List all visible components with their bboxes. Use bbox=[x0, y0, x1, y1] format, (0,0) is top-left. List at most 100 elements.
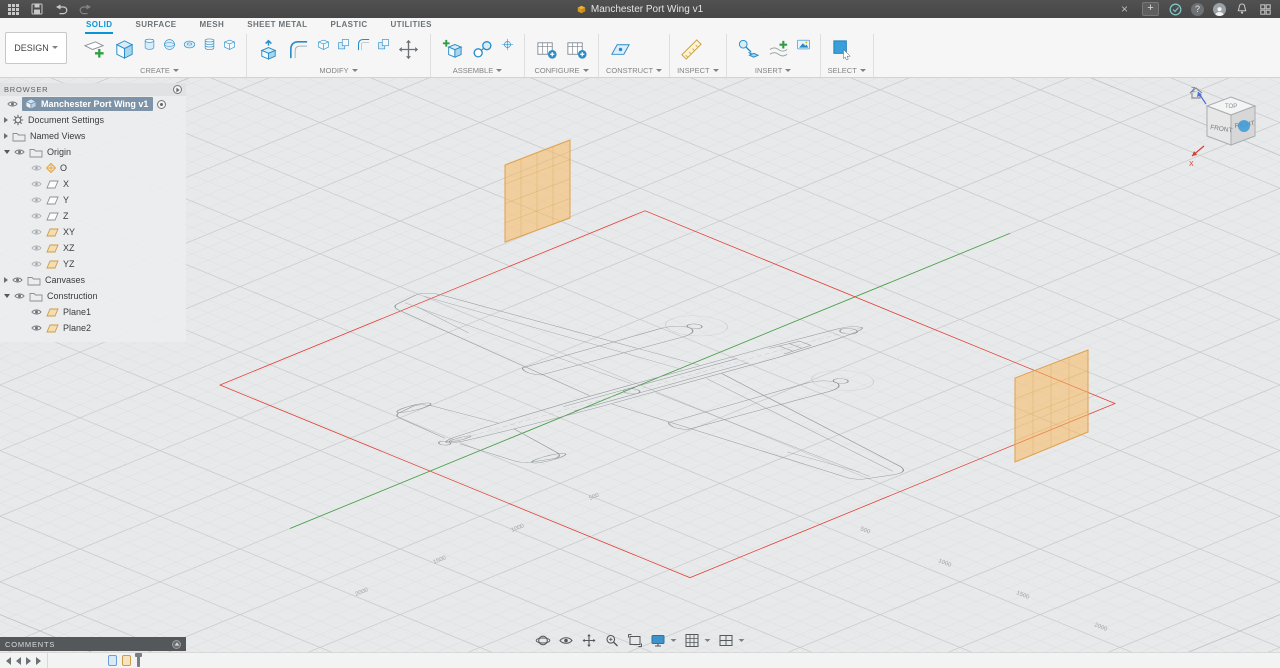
workspace-switcher[interactable]: DESIGN bbox=[5, 31, 67, 64]
undo-icon[interactable] bbox=[54, 2, 68, 16]
browser-item-origin-point[interactable]: O bbox=[0, 160, 186, 176]
tab-sheet-metal[interactable]: SHEET METAL bbox=[246, 18, 308, 34]
viewport-canvas[interactable]: 500 1000 1500 2000 500 1000 1500 2000 bbox=[0, 78, 1280, 668]
timeline-feature-plane1[interactable] bbox=[108, 655, 117, 666]
visibility-eye-icon[interactable] bbox=[31, 228, 42, 236]
viewports-icon[interactable] bbox=[719, 633, 745, 648]
fit-view-icon[interactable] bbox=[628, 633, 643, 648]
timeline-step-back-icon[interactable] bbox=[16, 656, 21, 665]
new-component-icon[interactable] bbox=[438, 35, 467, 64]
expand-arrow-icon[interactable] bbox=[4, 277, 8, 283]
pipe-icon[interactable] bbox=[220, 35, 239, 54]
torus-icon[interactable] bbox=[180, 35, 199, 54]
display-settings-icon[interactable] bbox=[651, 633, 677, 648]
browser-item-origin[interactable]: Origin bbox=[0, 144, 186, 160]
construction-plane-icon[interactable] bbox=[606, 35, 635, 64]
pan-icon[interactable] bbox=[582, 633, 597, 648]
orbit-icon[interactable] bbox=[535, 633, 551, 648]
browser-item-x-axis[interactable]: X bbox=[0, 176, 186, 192]
profile-avatar[interactable] bbox=[1213, 2, 1226, 16]
configuration-icon[interactable] bbox=[532, 35, 561, 64]
apps-grid-icon[interactable] bbox=[1258, 2, 1272, 16]
visibility-eye-icon[interactable] bbox=[31, 196, 42, 204]
job-status-icon[interactable] bbox=[1168, 2, 1182, 16]
select-dropdown[interactable]: SELECT bbox=[828, 65, 866, 77]
redo-icon[interactable] bbox=[78, 2, 92, 16]
visibility-eye-icon[interactable] bbox=[31, 308, 42, 316]
viewport[interactable]: 500 1000 1500 2000 500 1000 1500 2000 BR… bbox=[0, 78, 1280, 668]
visibility-eye-icon[interactable] bbox=[12, 276, 23, 284]
close-tab-icon[interactable] bbox=[1121, 2, 1133, 16]
new-tab-button[interactable] bbox=[1142, 2, 1159, 16]
create-sketch-icon[interactable] bbox=[80, 35, 109, 64]
comments-expand-button[interactable] bbox=[172, 639, 181, 649]
browser-item-xy-plane[interactable]: XY bbox=[0, 224, 186, 240]
view-cube[interactable]: Z TOP FRONT RIGHT X bbox=[1186, 82, 1276, 174]
visibility-eye-icon[interactable] bbox=[31, 324, 42, 332]
browser-item-plane2[interactable]: Plane2 bbox=[0, 320, 186, 336]
tab-solid[interactable]: SOLID bbox=[85, 18, 114, 34]
browser-item-root[interactable]: Manchester Port Wing v1 bbox=[0, 96, 186, 112]
joint-icon[interactable] bbox=[468, 35, 497, 64]
expand-arrow-icon[interactable] bbox=[4, 133, 8, 139]
visibility-eye-icon[interactable] bbox=[14, 148, 25, 156]
measure-icon[interactable] bbox=[677, 35, 706, 64]
visibility-eye-icon[interactable] bbox=[31, 260, 42, 268]
browser-item-z-axis[interactable]: Z bbox=[0, 208, 186, 224]
configuration-table-icon[interactable] bbox=[562, 35, 591, 64]
shell-icon[interactable] bbox=[314, 35, 333, 54]
timeline-play-icon[interactable] bbox=[26, 656, 31, 665]
collapse-arrow-icon[interactable] bbox=[4, 150, 10, 154]
construct-dropdown[interactable]: CONSTRUCT bbox=[606, 65, 663, 77]
move-copy-icon[interactable] bbox=[394, 35, 423, 64]
activate-component-radio[interactable] bbox=[157, 99, 167, 109]
canvas-image-icon[interactable] bbox=[794, 35, 813, 54]
help-icon[interactable] bbox=[1191, 2, 1204, 16]
browser-item-y-axis[interactable]: Y bbox=[0, 192, 186, 208]
sphere-icon[interactable] bbox=[160, 35, 179, 54]
collapse-arrow-icon[interactable] bbox=[4, 294, 10, 298]
browser-item-xz-plane[interactable]: XZ bbox=[0, 240, 186, 256]
comments-bar[interactable]: COMMENTS bbox=[0, 637, 186, 651]
zoom-icon[interactable] bbox=[605, 633, 620, 648]
browser-item-plane1[interactable]: Plane1 bbox=[0, 304, 186, 320]
visibility-eye-icon[interactable] bbox=[31, 180, 42, 188]
browser-item-document-settings[interactable]: Document Settings bbox=[0, 112, 186, 128]
insert-mesh-icon[interactable] bbox=[764, 35, 793, 64]
insert-derive-icon[interactable] bbox=[734, 35, 763, 64]
timeline-skip-end-icon[interactable] bbox=[36, 656, 41, 665]
select-tool-icon[interactable] bbox=[828, 35, 857, 64]
tab-plastic[interactable]: PLASTIC bbox=[329, 18, 368, 34]
tab-utilities[interactable]: UTILITIES bbox=[390, 18, 433, 34]
cylinder-icon[interactable] bbox=[140, 35, 159, 54]
viewcube-orbit-dot[interactable] bbox=[1238, 120, 1250, 132]
timeline-skip-start-icon[interactable] bbox=[6, 656, 11, 665]
timeline-feature-plane2[interactable] bbox=[122, 655, 131, 666]
look-at-icon[interactable] bbox=[559, 633, 574, 648]
tab-surface[interactable]: SURFACE bbox=[134, 18, 177, 34]
tab-mesh[interactable]: MESH bbox=[198, 18, 225, 34]
create-dropdown[interactable]: CREATE bbox=[80, 65, 239, 77]
visibility-eye-icon[interactable] bbox=[14, 292, 25, 300]
split-body-icon[interactable] bbox=[374, 35, 393, 54]
coil-icon[interactable] bbox=[200, 35, 219, 54]
browser-item-canvases[interactable]: Canvases bbox=[0, 272, 186, 288]
browser-item-named-views[interactable]: Named Views bbox=[0, 128, 186, 144]
joint-origin-icon[interactable] bbox=[498, 35, 517, 54]
notifications-bell-icon[interactable] bbox=[1235, 2, 1249, 16]
browser-item-yz-plane[interactable]: YZ bbox=[0, 256, 186, 272]
visibility-eye-icon[interactable] bbox=[31, 244, 42, 252]
visibility-eye-icon[interactable] bbox=[31, 164, 42, 172]
fillet-icon[interactable] bbox=[284, 35, 313, 64]
expand-arrow-icon[interactable] bbox=[4, 117, 8, 123]
selected-row-highlight[interactable]: Manchester Port Wing v1 bbox=[22, 97, 154, 111]
assemble-dropdown[interactable]: ASSEMBLE bbox=[438, 65, 517, 77]
insert-dropdown[interactable]: INSERT bbox=[734, 65, 813, 77]
modify-dropdown[interactable]: MODIFY bbox=[254, 65, 423, 77]
box-icon[interactable] bbox=[110, 35, 139, 64]
inspect-dropdown[interactable]: INSPECT bbox=[677, 65, 719, 77]
visibility-eye-icon[interactable] bbox=[31, 212, 42, 220]
data-panel-icon[interactable] bbox=[6, 2, 20, 16]
browser-item-construction[interactable]: Construction bbox=[0, 288, 186, 304]
timeline-scrubber[interactable] bbox=[135, 653, 142, 667]
